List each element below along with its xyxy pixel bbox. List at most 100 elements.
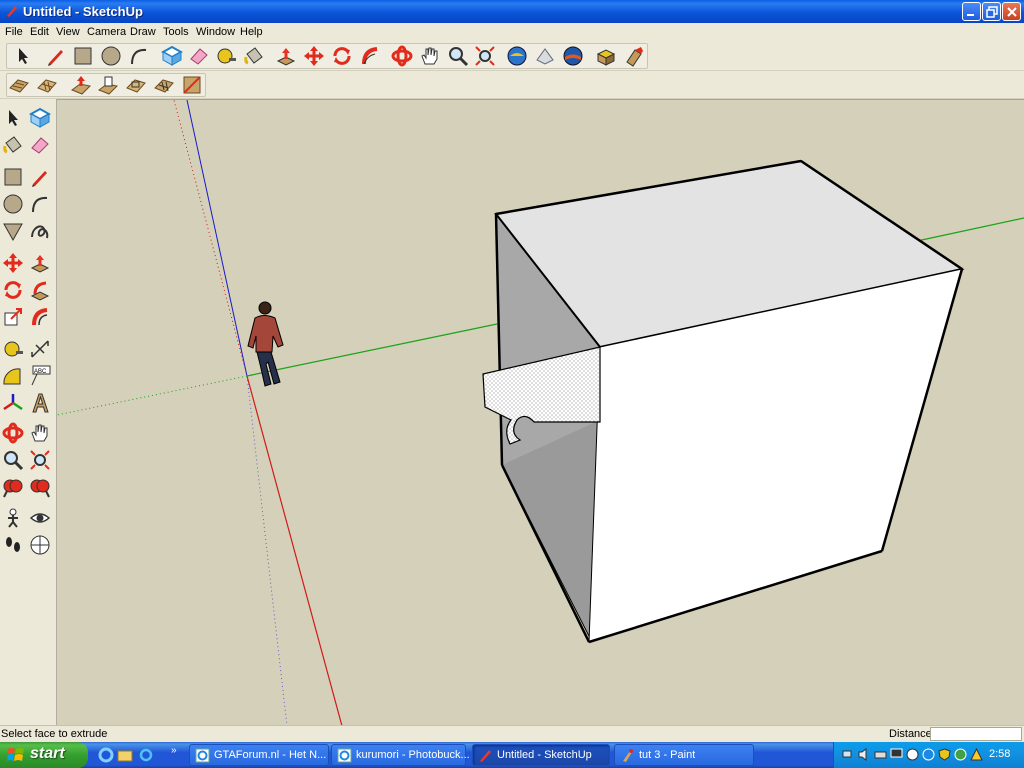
menu-window[interactable]: Window xyxy=(196,26,235,38)
menu-edit[interactable]: Edit xyxy=(30,26,49,38)
orbit-icon[interactable] xyxy=(2,422,24,444)
sandbox-from-scratch-icon[interactable] xyxy=(36,74,58,96)
sandbox-toolbar xyxy=(0,71,1024,99)
previous-view-icon[interactable] xyxy=(2,476,24,498)
updates-icon[interactable] xyxy=(970,748,983,761)
tape-measure-icon[interactable] xyxy=(215,45,237,67)
share-model-icon[interactable] xyxy=(534,45,556,67)
ie-quicklaunch-icon[interactable] xyxy=(98,747,114,763)
explorer-quicklaunch-icon[interactable] xyxy=(117,747,133,763)
pan-icon[interactable] xyxy=(29,422,51,444)
components-icon[interactable] xyxy=(595,45,617,67)
taskbar-item-label: GTAForum.nl - Het N... xyxy=(214,749,327,761)
move-icon[interactable] xyxy=(2,252,24,274)
make-component-icon[interactable] xyxy=(29,107,51,129)
close-button[interactable] xyxy=(1002,2,1021,21)
printer-icon[interactable] xyxy=(874,748,887,761)
red-axis xyxy=(246,375,343,725)
network-icon[interactable] xyxy=(842,748,855,761)
google-earth-icon[interactable] xyxy=(562,45,584,67)
drape-icon[interactable] xyxy=(125,74,147,96)
protractor-icon[interactable] xyxy=(2,365,24,387)
measurement-label: Distance xyxy=(889,728,932,740)
materials-icon[interactable] xyxy=(623,45,645,67)
stamp-icon[interactable] xyxy=(97,74,119,96)
text-icon[interactable]: ABC xyxy=(29,365,51,387)
pencil-icon[interactable] xyxy=(29,166,51,188)
section-plane-icon[interactable] xyxy=(29,534,51,556)
paint-bucket-icon[interactable] xyxy=(243,45,265,67)
taskbar-item-photobucket[interactable]: kurumori - Photobuck... xyxy=(331,744,470,766)
restore-button[interactable] xyxy=(982,2,1001,21)
taskbar-item-label: Untitled - SketchUp xyxy=(497,749,592,761)
get-models-icon[interactable] xyxy=(506,45,528,67)
push-pull-icon[interactable] xyxy=(29,252,51,274)
make-component-icon[interactable] xyxy=(161,45,183,67)
follow-me-icon[interactable] xyxy=(29,279,51,301)
add-detail-icon[interactable] xyxy=(153,74,175,96)
volume-icon[interactable] xyxy=(858,748,871,761)
monitor-icon[interactable] xyxy=(890,748,903,761)
quicklaunch-more-icon[interactable]: » xyxy=(171,745,177,756)
next-view-icon[interactable] xyxy=(29,476,51,498)
start-button[interactable]: start xyxy=(0,742,88,768)
messenger-quicklaunch-icon[interactable] xyxy=(138,747,154,763)
select-icon[interactable] xyxy=(12,45,34,67)
arc-icon[interactable] xyxy=(128,45,150,67)
pan-icon[interactable] xyxy=(419,45,441,67)
menu-camera[interactable]: Camera xyxy=(87,26,126,38)
follow-me-icon[interactable] xyxy=(359,45,381,67)
zoom-icon[interactable] xyxy=(2,449,24,471)
measurement-input[interactable] xyxy=(930,727,1022,741)
sandbox-from-contours-icon[interactable] xyxy=(8,74,30,96)
minimize-button[interactable] xyxy=(962,2,981,21)
dimension-icon[interactable] xyxy=(29,338,51,360)
pencil-icon[interactable] xyxy=(45,45,67,67)
rotate-icon[interactable] xyxy=(331,45,353,67)
position-camera-icon[interactable] xyxy=(2,507,24,529)
freehand-icon[interactable] xyxy=(29,220,51,242)
zoom-window-icon[interactable] xyxy=(29,449,51,471)
rectangle-icon[interactable] xyxy=(72,45,94,67)
taskbar-item-gtaforum[interactable]: GTAForum.nl - Het N... xyxy=(189,744,329,766)
orbit-icon[interactable] xyxy=(391,45,413,67)
security-shield-icon[interactable] xyxy=(938,748,951,761)
polygon-icon[interactable] xyxy=(2,220,24,242)
arc-icon[interactable] xyxy=(29,193,51,215)
clock-app-icon[interactable] xyxy=(906,748,919,761)
flip-edge-icon[interactable] xyxy=(181,74,203,96)
paint-bucket-icon[interactable] xyxy=(2,134,24,156)
move-icon[interactable] xyxy=(303,45,325,67)
look-around-icon[interactable] xyxy=(29,507,51,529)
walk-icon[interactable] xyxy=(2,534,24,556)
rectangle-icon[interactable] xyxy=(2,166,24,188)
push-pull-icon[interactable] xyxy=(275,45,297,67)
scale-icon[interactable] xyxy=(2,306,24,328)
eraser-icon[interactable] xyxy=(188,45,210,67)
circle-icon[interactable] xyxy=(2,193,24,215)
menu-view[interactable]: View xyxy=(56,26,80,38)
menu-tools[interactable]: Tools xyxy=(163,26,189,38)
menu-file[interactable]: File xyxy=(5,26,23,38)
eraser-icon[interactable] xyxy=(29,134,51,156)
rotate-icon[interactable] xyxy=(2,279,24,301)
model-canvas[interactable] xyxy=(57,100,1024,725)
circle-icon[interactable] xyxy=(100,45,122,67)
status-message: Select face to extrude xyxy=(1,728,108,740)
axes-icon[interactable] xyxy=(2,392,24,414)
taskbar-item-sketchup[interactable]: Untitled - SketchUp xyxy=(472,744,610,766)
taskbar-item-paint[interactable]: tut 3 - Paint xyxy=(614,744,754,766)
drawing-viewport[interactable] xyxy=(57,99,1024,725)
zoom-icon[interactable] xyxy=(447,45,469,67)
messenger-tray-icon[interactable] xyxy=(954,748,967,761)
menu-draw[interactable]: Draw xyxy=(130,26,156,38)
3d-text-icon[interactable] xyxy=(29,392,51,414)
select-icon[interactable] xyxy=(2,107,24,129)
scale-figure[interactable] xyxy=(247,301,284,387)
menu-help[interactable]: Help xyxy=(240,26,263,38)
antivirus-icon[interactable] xyxy=(922,748,935,761)
smoove-icon[interactable] xyxy=(70,74,92,96)
tape-measure-icon[interactable] xyxy=(2,338,24,360)
offset-icon[interactable] xyxy=(29,306,51,328)
zoom-extents-icon[interactable] xyxy=(474,45,496,67)
